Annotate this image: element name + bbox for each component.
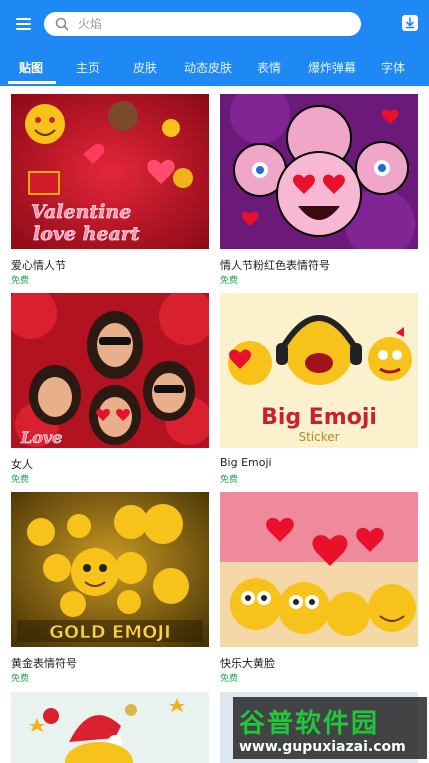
art-text: Love [20, 428, 62, 447]
download-icon[interactable] [402, 15, 418, 31]
art-subtitle: Sticker [298, 430, 339, 444]
tab-emoji[interactable]: 表情 [257, 59, 281, 76]
card-title: 爱心情人节 [11, 259, 66, 272]
tab-stickers[interactable]: 贴图 [19, 59, 43, 76]
card-price: 免费 [11, 674, 30, 684]
card-title: 女人 [11, 458, 33, 471]
thumbnail-valentine-love-heart: Valentine love heart [11, 94, 209, 249]
svg-text:Valentine: Valentine [31, 201, 131, 223]
thumbnail-christmas-emoji [11, 692, 209, 763]
card-price: 免费 [220, 276, 239, 286]
thumbnail-happy-yellow-face [220, 492, 418, 647]
watermark-url: www.gupuxiazai.com [239, 739, 406, 755]
watermark: 谷普软件园 www.gupuxiazai.com [233, 697, 427, 759]
thumbnail-pink-valentine-emoji [220, 94, 418, 249]
card-title: 黄金表情符号 [11, 657, 77, 670]
art-title: Big Emoji [261, 405, 377, 430]
category-tabs: 贴图 主页 皮肤 动态皮肤 表情 爆炸弹幕 字体 [0, 50, 429, 84]
search-placeholder: 火焰 [78, 17, 103, 31]
card-price: 免费 [220, 475, 239, 485]
tab-live-skins[interactable]: 动态皮肤 [184, 59, 232, 76]
card-price: 免费 [11, 276, 30, 286]
tab-barrage[interactable]: 爆炸弹幕 [308, 59, 356, 76]
menu-icon[interactable] [14, 14, 36, 34]
search-icon [55, 17, 69, 31]
watermark-title: 谷普软件园 [239, 709, 380, 739]
card-price: 免费 [220, 674, 239, 684]
search-input[interactable]: 火焰 [44, 12, 361, 36]
tab-home[interactable]: 主页 [76, 59, 100, 76]
card-title: 情人节粉红色表情符号 [220, 259, 330, 272]
thumbnail-big-emoji: Big Emoji Sticker [220, 293, 418, 448]
card-price: 免费 [11, 475, 30, 485]
art-title: GOLD EMOJI [49, 622, 171, 643]
active-tab-indicator [8, 81, 56, 84]
card-title: Big Emoji [220, 456, 272, 469]
thumbnail-gold-emoji: GOLD EMOJI [11, 492, 209, 647]
thumbnail-woman: Love [11, 293, 209, 448]
card-title: 快乐大黄脸 [220, 657, 275, 670]
app-header: 火焰 贴图 主页 皮肤 动态皮肤 表情 爆炸弹幕 字体 [0, 0, 429, 86]
tab-fonts[interactable]: 字体 [381, 59, 405, 76]
svg-text:love heart: love heart [33, 223, 140, 245]
tab-skins[interactable]: 皮肤 [133, 59, 157, 76]
